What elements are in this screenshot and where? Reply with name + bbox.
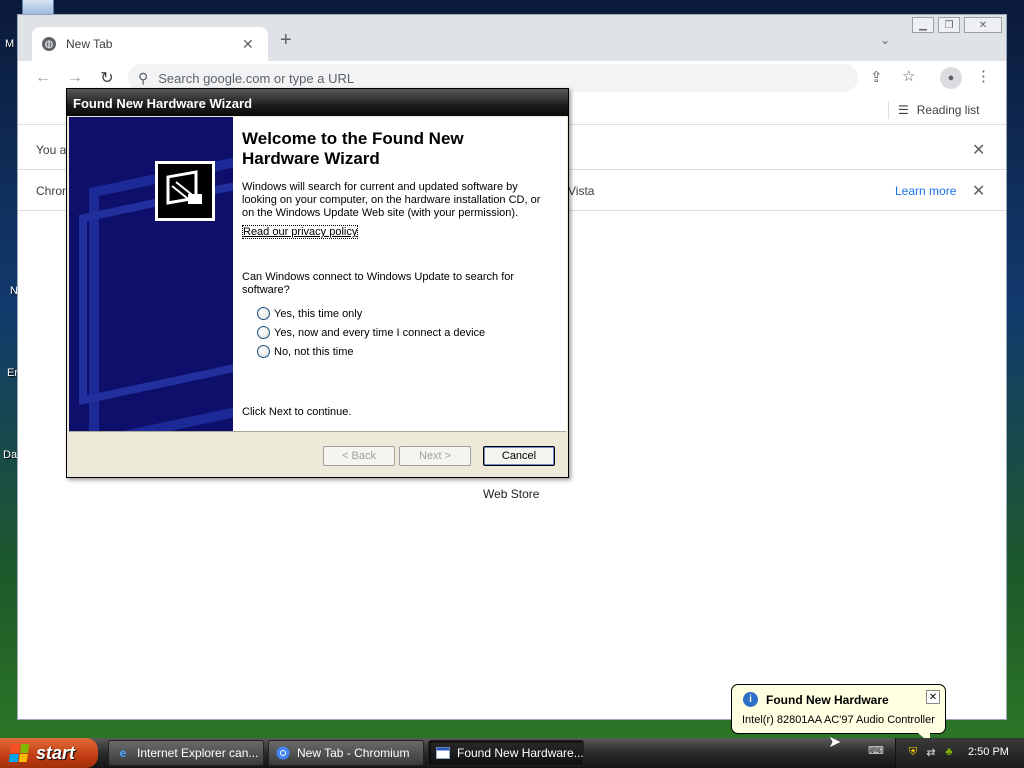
wizard-description: Windows will search for current and upda… <box>242 181 541 219</box>
notification-balloon[interactable]: i Found New Hardware Intel(r) 82801AA AC… <box>731 684 946 743</box>
hardware-icon <box>155 161 215 221</box>
tab-search-icon[interactable]: ⌄ <box>880 33 890 47</box>
privacy-policy-link[interactable]: Read our privacy policy <box>242 225 359 239</box>
infobar-2-text: Chron <box>36 183 69 198</box>
tab-strip: ◍ New Tab ✕ + ⌄ ▁ ❐ ✕ <box>18 15 1006 61</box>
clock[interactable]: 2:50 PM <box>968 746 1009 758</box>
option-yes-every-time[interactable]: Yes, now and every time I connect a devi… <box>257 326 485 339</box>
start-button[interactable]: start <box>0 738 98 768</box>
wizard-heading: Welcome to the Found New Hardware Wizard <box>242 129 464 168</box>
globe-icon: ◍ <box>42 37 56 51</box>
ie-icon: e <box>119 746 127 760</box>
option-label: Yes, this time only <box>274 307 363 320</box>
bookmarks-divider <box>888 101 889 119</box>
profile-avatar[interactable]: ● <box>940 67 962 89</box>
tab-title: New Tab <box>66 37 113 51</box>
next-button-disabled: Next > <box>399 446 471 466</box>
new-tab-button[interactable]: + <box>280 29 292 52</box>
infobar-2-close-icon[interactable]: ✕ <box>972 181 985 201</box>
chromium-icon <box>275 745 291 761</box>
menu-icon[interactable]: ⋮ <box>976 67 991 85</box>
hardware-tray-icon[interactable]: ♣ <box>942 745 956 759</box>
windows-logo-icon <box>8 744 30 762</box>
task-label: New Tab - Chromium <box>297 746 410 760</box>
hardware-wizard-dialog: Found New Hardware Wizard Welcome to the… <box>66 88 569 478</box>
wizard-footer: < Back Next > Cancel <box>69 431 566 476</box>
desktop-icon-label-4[interactable]: Da <box>3 449 17 461</box>
reading-list-button[interactable]: ☰ Reading list <box>898 103 979 117</box>
balloon-title: Found New Hardware <box>766 693 889 707</box>
forward-button[interactable]: → <box>64 67 86 89</box>
start-label: start <box>36 742 76 763</box>
wizard-title: Found New Hardware Wizard <box>67 89 568 116</box>
task-chromium[interactable]: New Tab - Chromium <box>268 740 424 766</box>
infobar-1-text: You a <box>36 142 67 157</box>
task-label: Internet Explorer can... <box>137 746 259 760</box>
wizard-side-banner <box>69 117 233 431</box>
bookmark-star-icon[interactable]: ☆ <box>902 67 915 85</box>
balloon-close-icon[interactable]: ✕ <box>926 690 940 704</box>
task-found-new-hardware[interactable]: Found New Hardware... <box>428 740 584 766</box>
option-no-not-this-time[interactable]: No, not this time <box>257 345 353 358</box>
balloon-message: Intel(r) 82801AA AC'97 Audio Controller <box>742 714 935 726</box>
web-store-link[interactable]: Web Store <box>483 487 539 501</box>
share-icon[interactable]: ⇪ <box>870 68 883 86</box>
desktop-icon-label-1[interactable]: M <box>5 38 14 50</box>
wizard-body: Welcome to the Found New Hardware Wizard… <box>233 117 567 431</box>
system-tray: ⛨ ⇄ ♣ 2:50 PM <box>895 738 1024 768</box>
search-icon: ⚲ <box>138 69 149 86</box>
tab-new-tab[interactable]: ◍ New Tab ✕ <box>32 27 268 61</box>
reading-list-icon: ☰ <box>898 103 909 117</box>
window-icon <box>435 745 451 761</box>
cancel-button[interactable]: Cancel <box>483 446 555 466</box>
keyboard-icon[interactable]: ⌨ <box>868 744 884 758</box>
back-button[interactable]: ← <box>32 67 54 89</box>
option-label: No, not this time <box>274 345 354 358</box>
radio-button[interactable] <box>257 326 270 339</box>
option-label: Yes, now and every time I connect a devi… <box>274 326 486 339</box>
minimize-button[interactable]: ▁ <box>912 17 934 33</box>
info-icon: i <box>743 692 758 707</box>
restore-button[interactable]: ❐ <box>938 17 960 33</box>
infobar-1-close-icon[interactable]: ✕ <box>972 140 985 160</box>
close-tab-icon[interactable]: ✕ <box>242 36 254 53</box>
back-button-disabled: < Back <box>323 446 395 466</box>
network-icon[interactable]: ⇄ <box>924 745 938 759</box>
wizard-question: Can Windows connect to Windows Update to… <box>242 271 515 296</box>
reload-button[interactable]: ↻ <box>96 67 118 89</box>
infobar-2-text-tail: Vista <box>568 183 595 198</box>
close-window-button[interactable]: ✕ <box>964 17 1002 33</box>
reading-list-label: Reading list <box>916 103 980 117</box>
wizard-continue-text: Click Next to continue. <box>242 406 352 418</box>
mouse-cursor-icon: ➤ <box>828 734 842 751</box>
radio-button[interactable] <box>257 307 270 320</box>
task-label: Found New Hardware... <box>457 746 584 760</box>
option-yes-this-time[interactable]: Yes, this time only <box>257 307 362 320</box>
learn-more-link[interactable]: Learn more <box>895 184 956 198</box>
security-shield-icon[interactable]: ⛨ <box>906 745 920 759</box>
radio-button[interactable] <box>257 345 270 358</box>
address-input[interactable] <box>158 70 759 86</box>
task-internet-explorer[interactable]: e Internet Explorer can... <box>108 740 264 766</box>
